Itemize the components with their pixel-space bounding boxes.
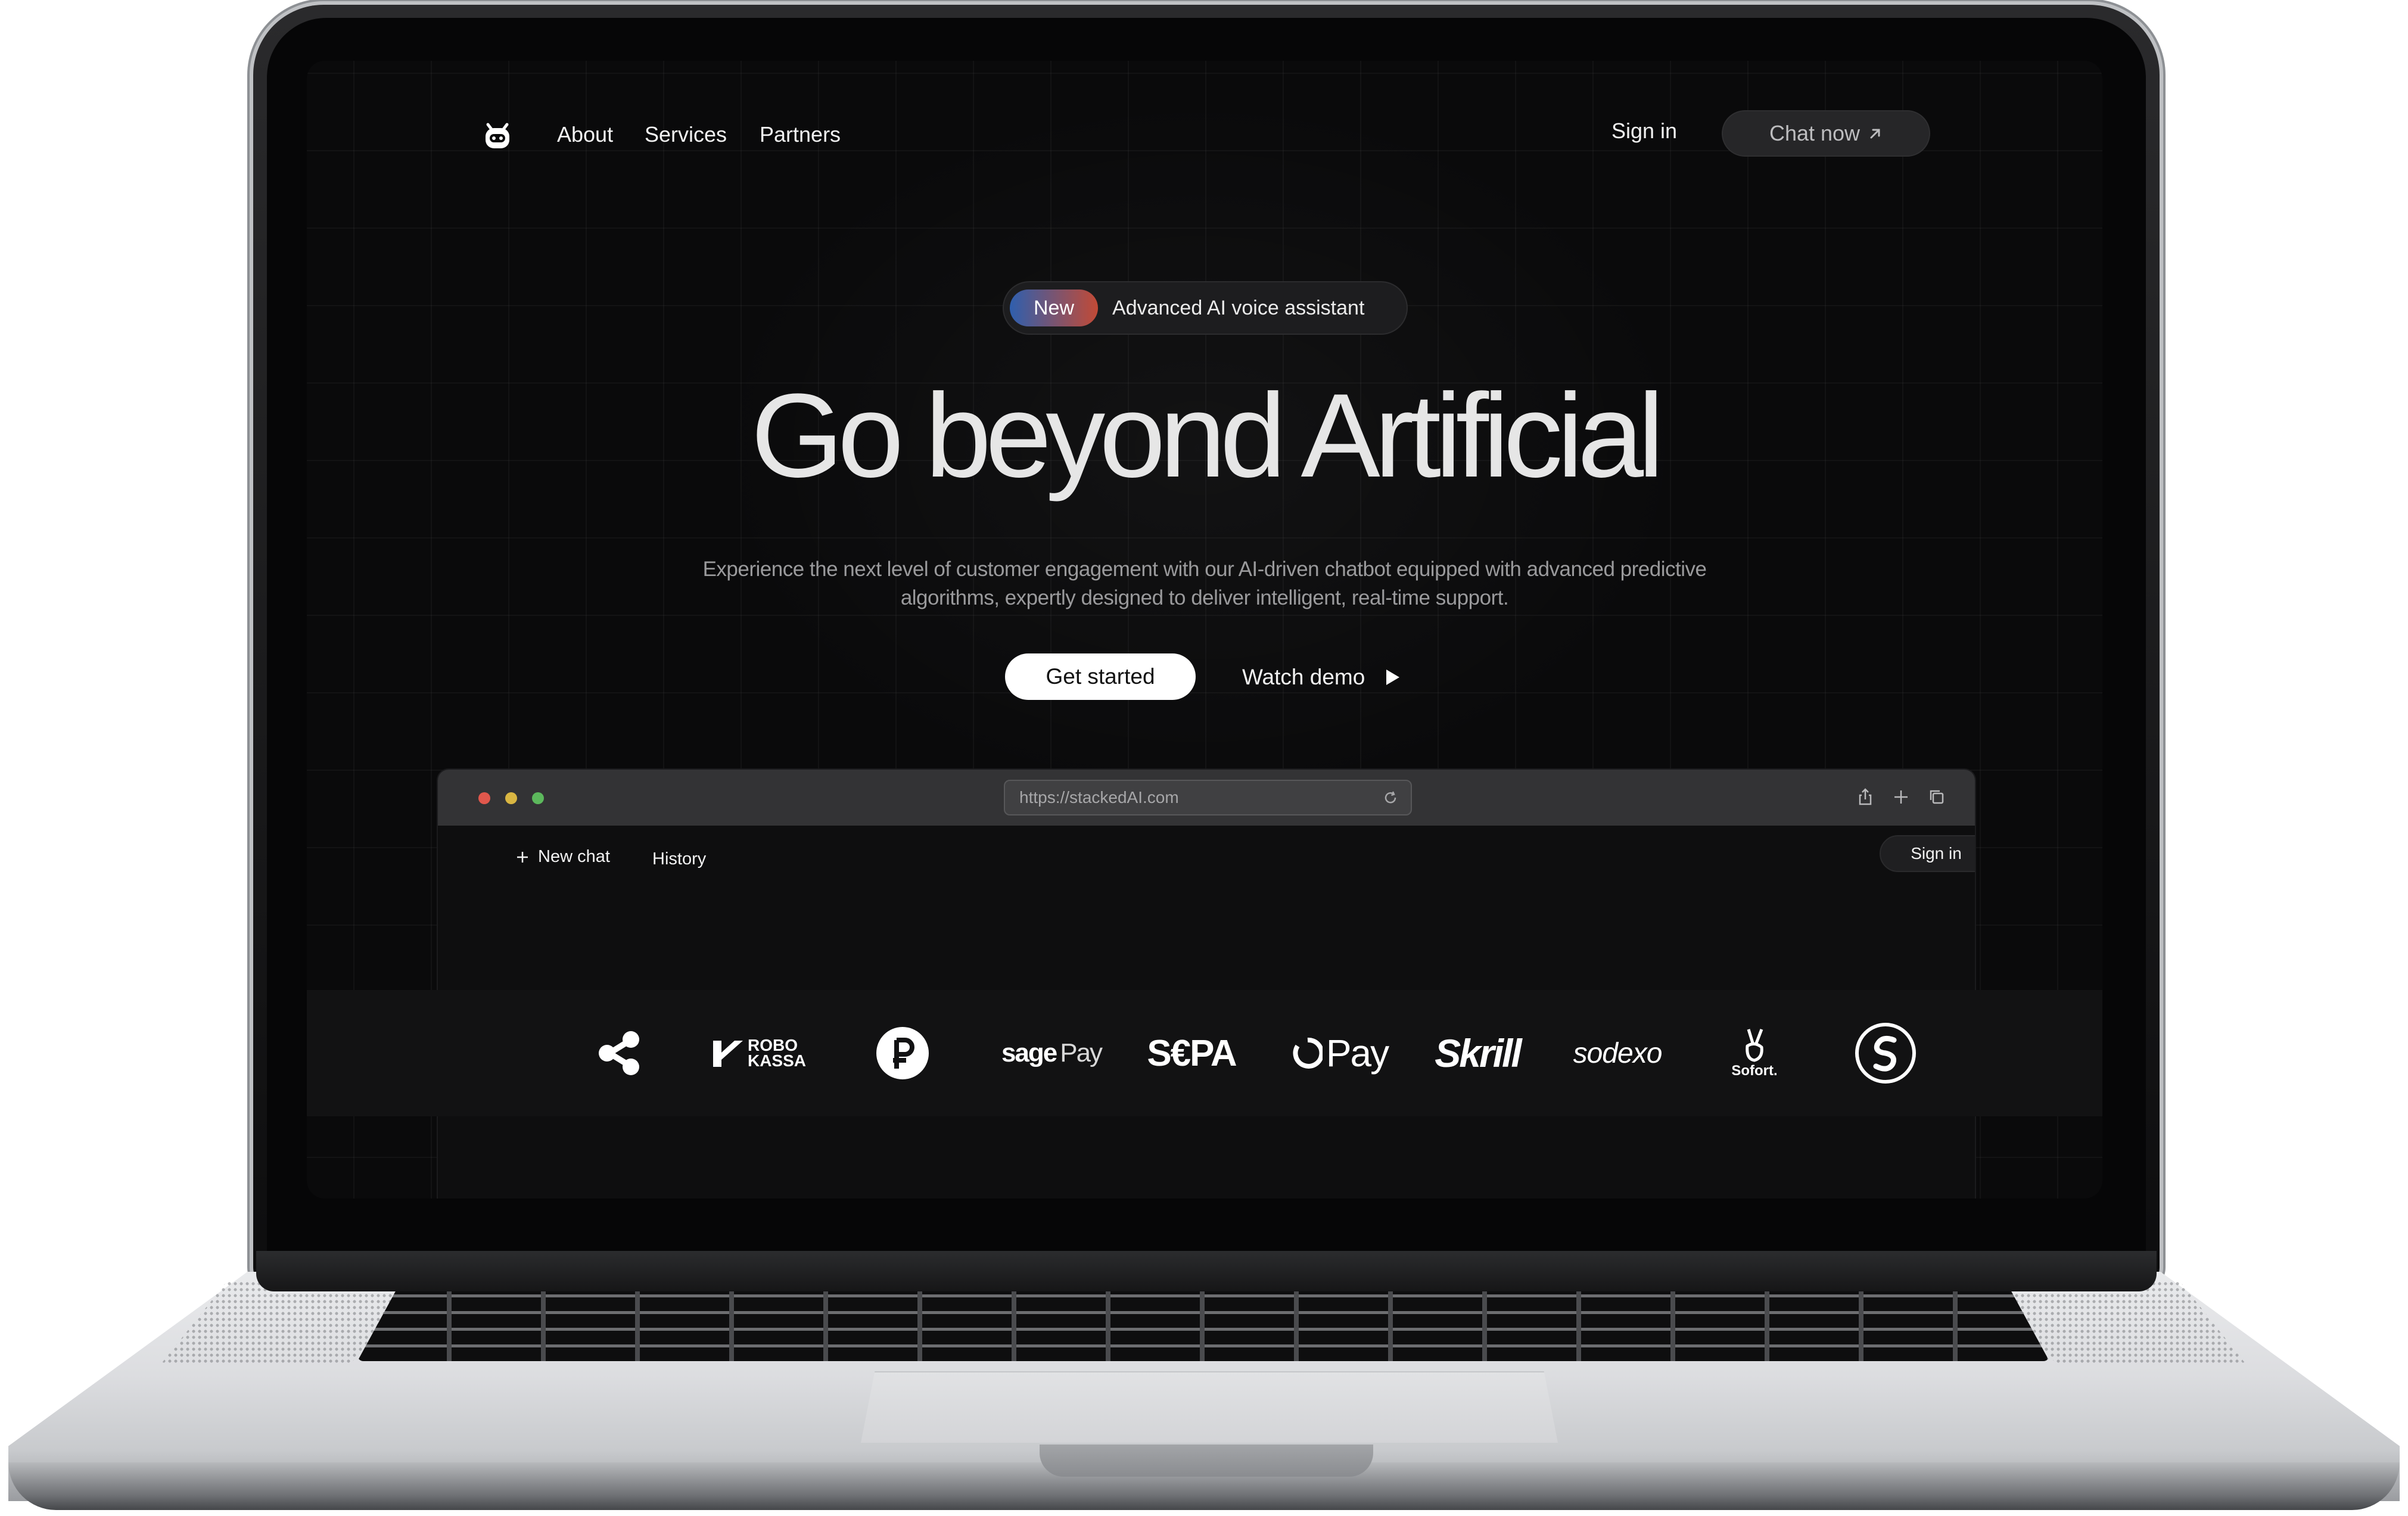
address-bar[interactable]: https://stackedAI.com: [1004, 780, 1412, 815]
reload-icon[interactable]: [1382, 789, 1399, 806]
laptop-chin: [256, 1251, 2157, 1291]
keyboard: [357, 1287, 2049, 1361]
hero-subtitle-line-1: Experience the next level of customer en…: [702, 558, 1707, 581]
plus-icon: [517, 851, 528, 863]
new-pill: New: [1010, 289, 1099, 326]
partner-logos-strip: ROBO KASSA sage Pay S€PA Pay Skrill sode…: [307, 990, 2102, 1116]
robokassa-logo-icon: [713, 1041, 743, 1067]
plus-icon[interactable]: [1891, 787, 1911, 807]
sagepay-text-b: Pay: [1060, 1038, 1103, 1067]
browser-sign-in-button[interactable]: Sign in: [1880, 835, 1975, 872]
laptop-opening-notch: [1040, 1445, 1373, 1477]
robokassa-logo: ROBO KASSA: [709, 990, 810, 1116]
hero-subtitle-line-2: algorithms, expertly designed to deliver…: [900, 586, 1509, 609]
share-icon[interactable]: [1856, 787, 1875, 807]
sofort-text: Sofort.: [1731, 1063, 1778, 1079]
arrow-up-right-icon: [1870, 129, 1880, 139]
opay-logo-icon: [1293, 1037, 1323, 1069]
history-link[interactable]: History: [652, 849, 706, 869]
chat-now-label: Chat now: [1769, 121, 1861, 145]
address-url: https://stackedAI.com: [1019, 788, 1179, 807]
opay-text: Pay: [1326, 1032, 1389, 1075]
announcement-text: Advanced AI voice assistant: [1112, 296, 1365, 319]
nav-link-about[interactable]: About: [557, 122, 613, 147]
minimize-window-dot[interactable]: [505, 792, 517, 804]
copy-tabs-icon[interactable]: [1927, 787, 1946, 807]
opay-logo: Pay: [1272, 990, 1409, 1116]
robokassa-text-2: KASSA: [747, 1051, 806, 1070]
hero-subtitle: Experience the next level of customer en…: [664, 555, 1745, 612]
laptop-screen: About Services Partners Sign in Chat now…: [307, 61, 2102, 1199]
nav-link-partners[interactable]: Partners: [760, 122, 841, 147]
skrill-text: Skrill: [1435, 1031, 1522, 1075]
sepa-logo: S€PA: [1135, 990, 1248, 1116]
robot-logo-icon[interactable]: [480, 117, 515, 153]
sagepay-logo: sage Pay: [992, 990, 1111, 1116]
announcement-badge[interactable]: New Advanced AI voice assistant: [1003, 281, 1408, 335]
watch-demo-button[interactable]: Watch demo: [1242, 656, 1401, 698]
new-chat-label: New chat: [538, 847, 610, 866]
sepa-text: S€PA: [1147, 1032, 1237, 1074]
trackpad: [861, 1371, 1558, 1443]
swap-logo-icon: [1850, 990, 1921, 1116]
chat-now-button[interactable]: Chat now: [1722, 110, 1930, 157]
browser-mockup: https://stackedAI.com New chat History S…: [438, 770, 1975, 1199]
close-window-dot[interactable]: [478, 792, 490, 804]
sign-in-link[interactable]: Sign in: [1611, 119, 1677, 144]
new-chat-button[interactable]: New chat: [515, 847, 610, 867]
maximize-window-dot[interactable]: [532, 792, 544, 804]
sodexo-logo: sodexo: [1558, 990, 1677, 1116]
get-started-button[interactable]: Get started: [1005, 653, 1196, 700]
browser-toolbar: https://stackedAI.com: [438, 770, 1975, 826]
sofort-logo: Sofort.: [1701, 990, 1808, 1116]
sofort-logo-icon: [1746, 1029, 1763, 1062]
ripple-logo-icon: [587, 990, 652, 1116]
hero-title: Go beyond Artificial: [751, 369, 1664, 502]
play-icon: [1386, 670, 1400, 685]
sodexo-text: sodexo: [1573, 1037, 1663, 1069]
skrill-logo: Skrill: [1415, 990, 1540, 1116]
sagepay-text-a: sage: [1001, 1038, 1057, 1067]
watch-demo-label: Watch demo: [1242, 665, 1365, 689]
nav-link-services[interactable]: Services: [645, 122, 727, 147]
ruble-logo-icon: [870, 990, 935, 1116]
